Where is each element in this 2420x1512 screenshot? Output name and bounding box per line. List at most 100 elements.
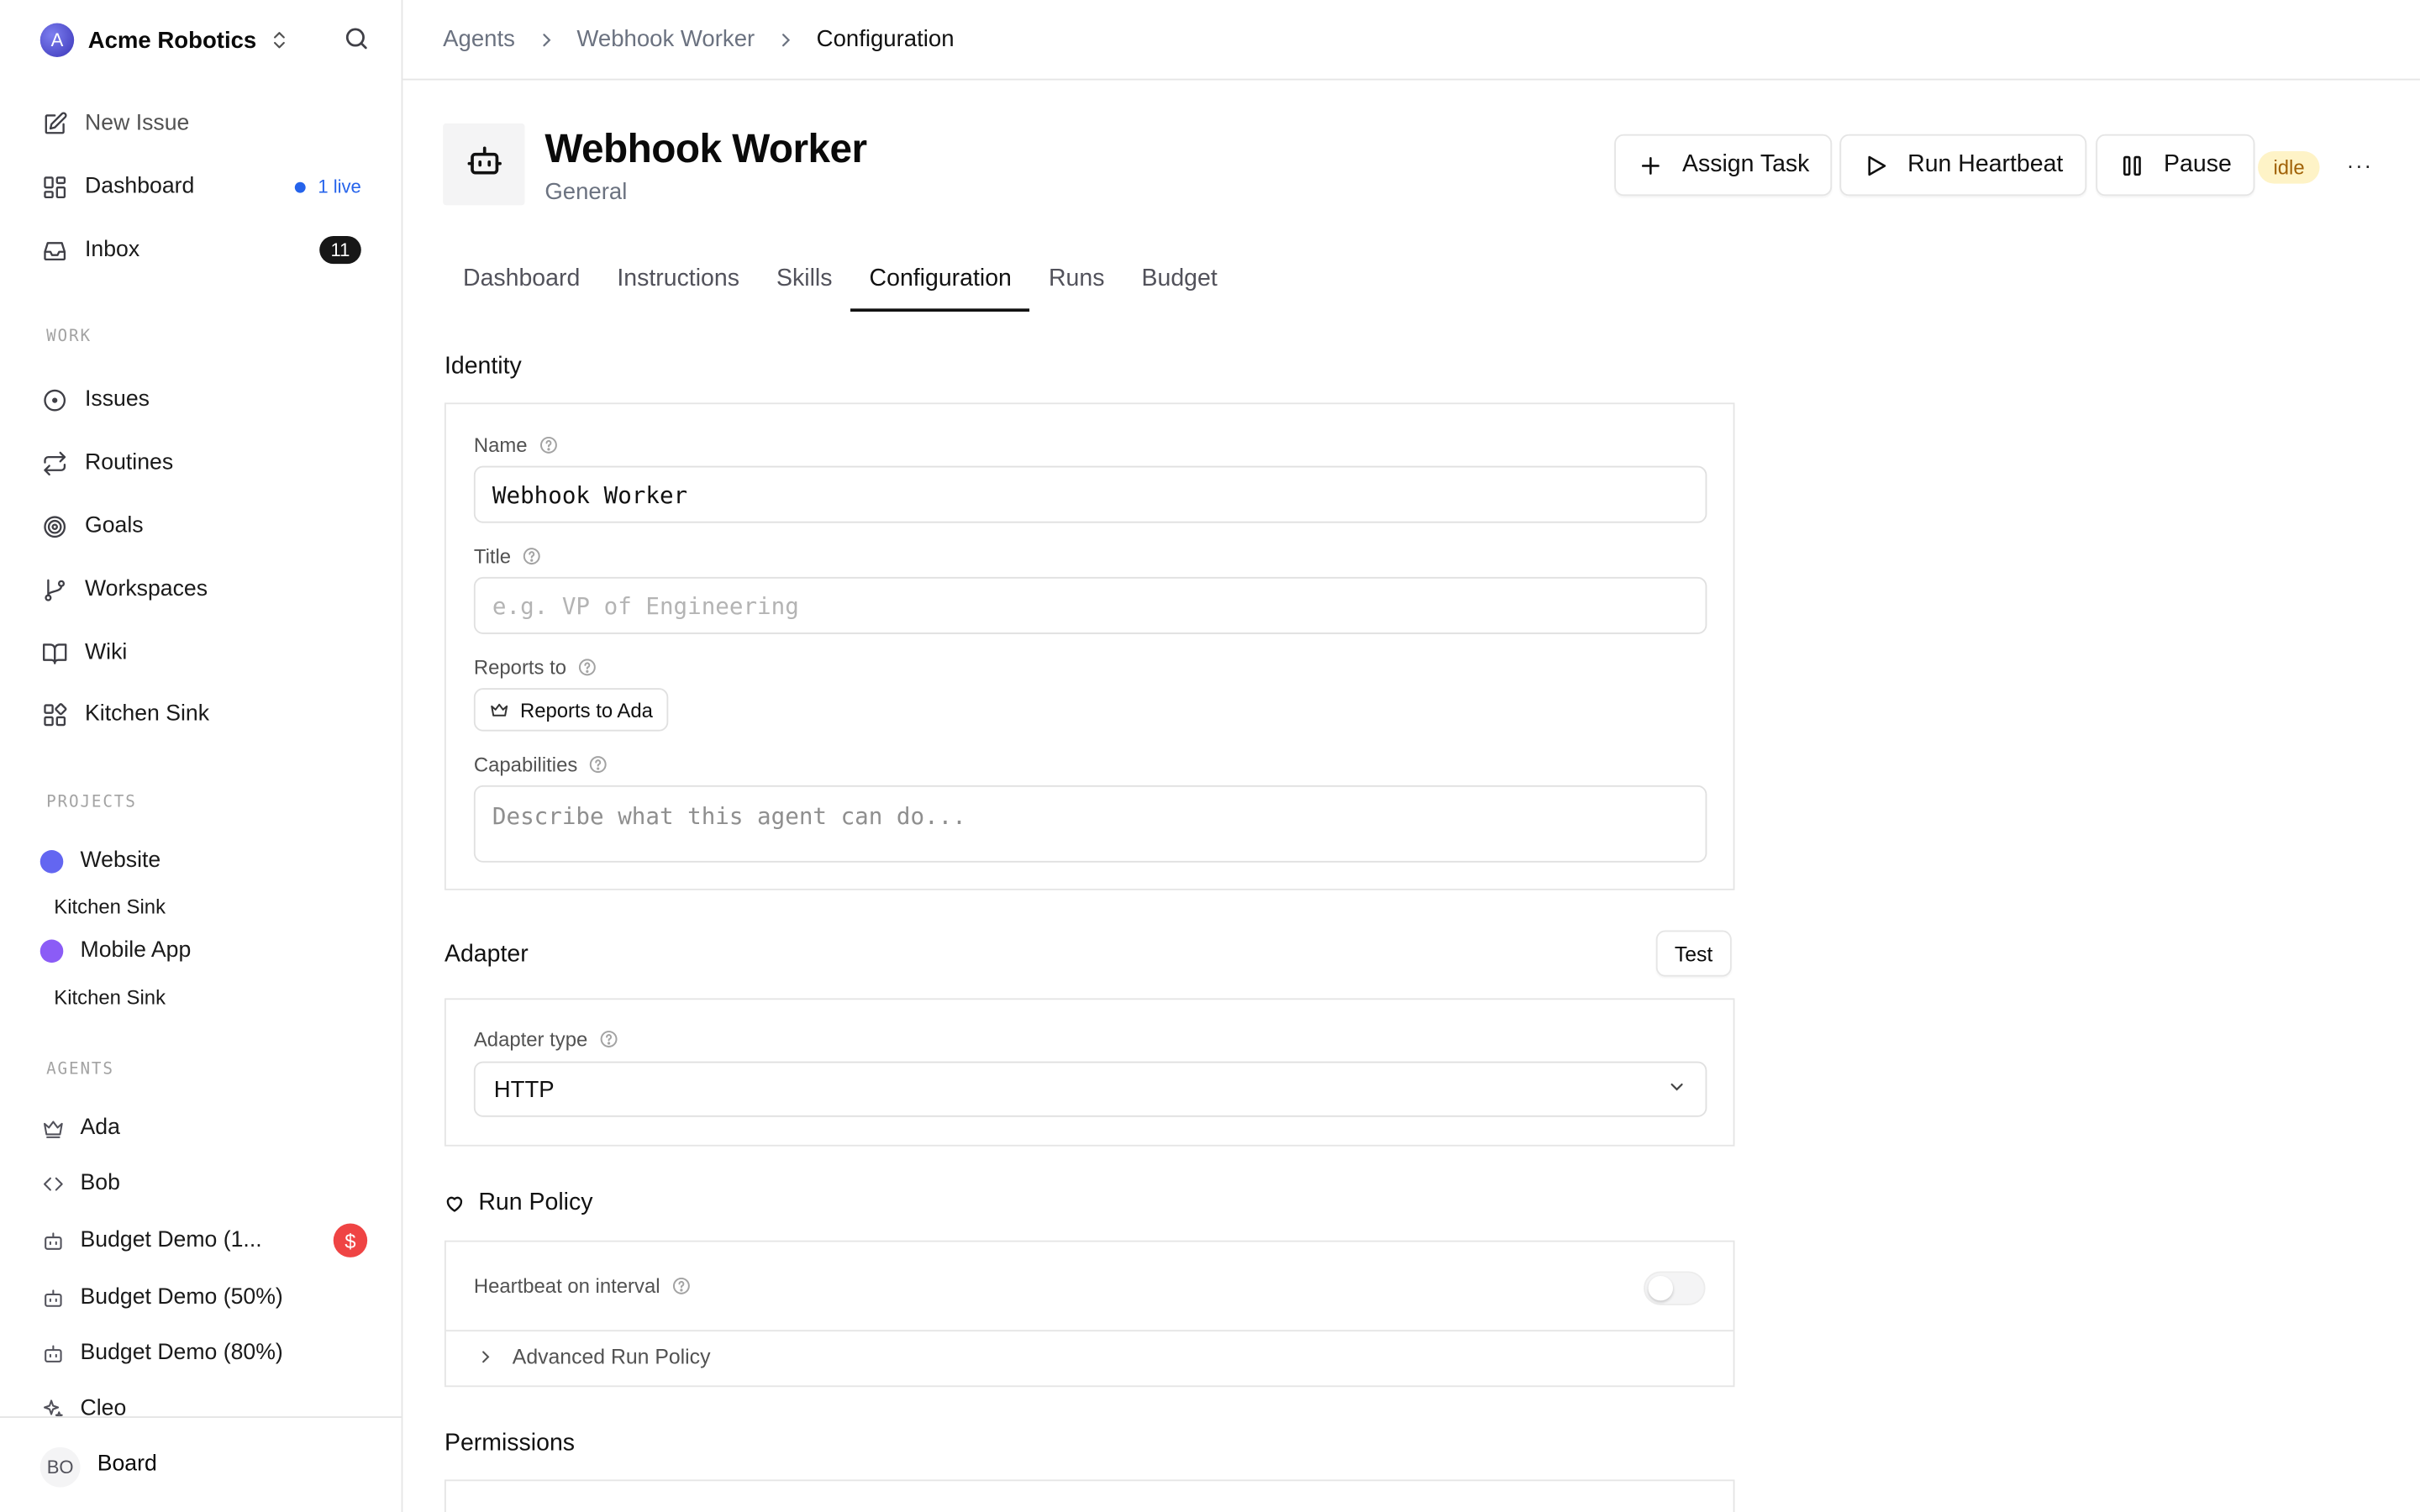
sidebar-item-issues[interactable]: Issues xyxy=(40,380,365,420)
project-sub-item[interactable]: Kitchen Sink xyxy=(54,895,166,918)
agent-item-budget-demo-80[interactable]: Budget Demo (80%) xyxy=(40,1341,349,1365)
advanced-run-policy-toggle[interactable]: Advanced Run Policy xyxy=(477,1346,710,1368)
adapter-type-label-text: Adapter type xyxy=(473,1027,588,1051)
help-circle-icon[interactable] xyxy=(671,1276,691,1296)
run-policy-card: Heartbeat on interval Advanced Run Polic… xyxy=(444,1240,1735,1388)
project-sub-item[interactable]: Kitchen Sink xyxy=(54,986,166,1010)
target-icon xyxy=(40,512,68,540)
title-field[interactable]: e.g. VP of Engineering xyxy=(473,576,1707,634)
breadcrumb: Agents Webhook Worker Configuration xyxy=(443,26,954,52)
help-circle-icon[interactable] xyxy=(588,754,608,774)
run-policy-heading: Run Policy xyxy=(445,1189,592,1217)
dashboard-icon xyxy=(40,173,68,201)
sidebar-item-dashboard[interactable]: Dashboard 1 live xyxy=(40,166,365,207)
agent-label: Budget Demo (80%) xyxy=(80,1341,283,1366)
user-name[interactable]: Board xyxy=(97,1452,157,1476)
tab-runs[interactable]: Runs xyxy=(1030,247,1123,312)
page-subtitle: General xyxy=(544,179,628,206)
chevron-updown-icon xyxy=(269,29,291,51)
reports-to-selector[interactable]: Reports to Ada xyxy=(473,688,669,732)
sidebar-item-kitchen-sink[interactable]: Kitchen Sink xyxy=(40,695,365,735)
toggle-knob xyxy=(1648,1275,1673,1301)
sidebar-item-wiki[interactable]: Wiki xyxy=(40,633,365,673)
help-circle-icon[interactable] xyxy=(598,1029,618,1049)
permissions-heading: Permissions xyxy=(444,1430,576,1457)
heartbeat-label: Heartbeat on interval xyxy=(474,1274,691,1298)
avatar[interactable]: BO xyxy=(39,1446,81,1488)
tab-budget[interactable]: Budget xyxy=(1123,247,1235,312)
agent-item-ada[interactable]: Ada xyxy=(40,1116,349,1140)
adapter-type-select[interactable]: HTTP xyxy=(473,1061,1707,1117)
project-website[interactable]: Website xyxy=(39,848,161,874)
company-switcher[interactable]: A Acme Robotics xyxy=(39,22,371,59)
code-icon xyxy=(40,1171,65,1195)
sidebar-item-label: Workspaces xyxy=(85,576,208,602)
sidebar-item-inbox[interactable]: Inbox 11 xyxy=(40,230,365,270)
search-icon[interactable] xyxy=(343,24,371,52)
agent-item-budget-demo-50[interactable]: Budget Demo (50%) xyxy=(40,1285,349,1310)
reports-to-value: Reports to Ada xyxy=(519,698,653,722)
help-circle-icon[interactable] xyxy=(577,657,597,677)
agent-item-bob[interactable]: Bob xyxy=(40,1171,349,1195)
sidebar-item-label: Dashboard xyxy=(85,174,195,199)
capabilities-label-text: Capabilities xyxy=(473,753,578,776)
crown-icon xyxy=(40,1116,65,1140)
run-heartbeat-button[interactable]: Run Heartbeat xyxy=(1839,134,2086,197)
adapter-card: Adapter type HTTP xyxy=(444,998,1735,1147)
tab-configuration[interactable]: Configuration xyxy=(850,247,1031,312)
book-open-icon xyxy=(40,638,68,666)
help-circle-icon[interactable] xyxy=(538,435,558,455)
page-title: Webhook Worker xyxy=(544,124,867,171)
help-circle-icon[interactable] xyxy=(522,546,542,566)
assign-task-button[interactable]: Assign Task xyxy=(1614,134,1833,197)
section-label-work: WORK xyxy=(46,327,92,346)
bot-icon xyxy=(40,1285,65,1310)
sidebar-item-label: Routines xyxy=(85,450,174,475)
status-badge: idle xyxy=(2258,150,2321,184)
tab-bar: Dashboard Instructions Skills Configurat… xyxy=(445,247,1236,312)
name-field[interactable]: Webhook Worker xyxy=(473,465,1707,523)
live-count: 1 live xyxy=(318,176,361,198)
tab-instructions[interactable]: Instructions xyxy=(598,247,758,312)
pause-button[interactable]: Pause xyxy=(2096,134,2255,197)
capabilities-field[interactable]: Describe what this agent can do... xyxy=(473,785,1707,863)
title-label-text: Title xyxy=(473,544,512,568)
test-button[interactable]: Test xyxy=(1655,930,1732,977)
run-heartbeat-label: Run Heartbeat xyxy=(1907,150,2064,178)
sidebar: A Acme Robotics New Issue Dashboard 1 li… xyxy=(0,0,403,1512)
pause-label: Pause xyxy=(2164,150,2232,178)
company-name: Acme Robotics xyxy=(87,27,257,54)
bot-icon xyxy=(40,1341,65,1365)
agent-label: Budget Demo (1... xyxy=(80,1228,262,1253)
tab-skills[interactable]: Skills xyxy=(758,247,851,312)
chevron-right-icon xyxy=(776,30,795,49)
project-color-dot xyxy=(39,849,64,873)
identity-card: Name Webhook Worker Title e.g. VP of Eng… xyxy=(444,402,1735,890)
play-icon xyxy=(1868,155,1886,176)
topbar: Agents Webhook Worker Configuration xyxy=(402,0,2420,81)
tab-dashboard[interactable]: Dashboard xyxy=(445,247,598,312)
title-label: Title xyxy=(474,544,542,568)
run-policy-heading-text: Run Policy xyxy=(478,1189,593,1216)
section-label-agents: AGENTS xyxy=(46,1059,114,1079)
sidebar-item-new-issue[interactable]: New Issue xyxy=(40,103,365,144)
project-label: Website xyxy=(80,848,161,874)
agent-item-budget-demo-1[interactable]: Budget Demo (1... $ xyxy=(40,1223,368,1257)
agent-label: Ada xyxy=(80,1115,120,1141)
sidebar-item-label: Inbox xyxy=(85,237,140,263)
agent-label: Budget Demo (50%) xyxy=(80,1284,283,1310)
sidebar-item-workspaces[interactable]: Workspaces xyxy=(40,570,365,610)
sidebar-item-routines[interactable]: Routines xyxy=(40,443,365,483)
sidebar-item-goals[interactable]: Goals xyxy=(40,506,365,546)
bot-icon xyxy=(40,1228,65,1252)
chevron-right-icon xyxy=(482,1351,490,1363)
more-options-icon[interactable]: ··· xyxy=(2346,151,2374,179)
heartbeat-toggle[interactable] xyxy=(1644,1271,1706,1305)
agent-avatar xyxy=(443,123,525,206)
circle-dot-icon xyxy=(40,386,68,413)
breadcrumb-agents[interactable]: Agents xyxy=(443,26,515,52)
breadcrumb-agent[interactable]: Webhook Worker xyxy=(576,26,755,52)
name-label: Name xyxy=(474,433,558,457)
project-mobile-app[interactable]: Mobile App xyxy=(39,938,191,963)
reports-to-label: Reports to xyxy=(474,656,597,679)
